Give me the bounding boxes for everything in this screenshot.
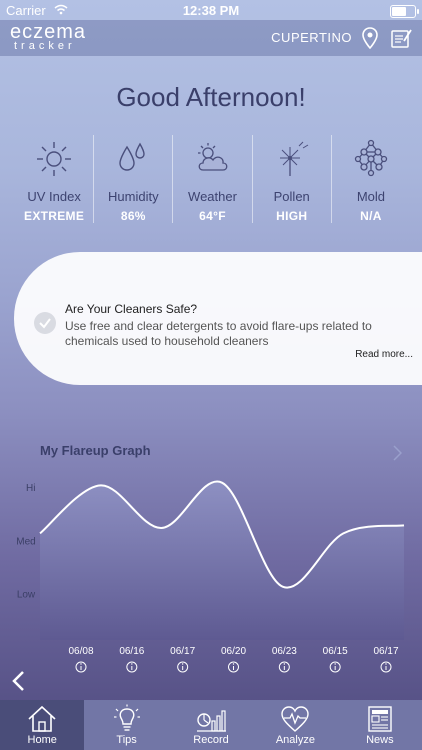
x-date-label: 06/08 [68, 646, 93, 657]
tab-news[interactable]: News [338, 700, 422, 750]
status-time: 12:38 PM [182, 3, 240, 18]
condition-value: 86% [120, 209, 146, 223]
condition-label: Pollen [273, 189, 310, 204]
chevron-right-icon[interactable] [392, 445, 403, 461]
info-icon[interactable] [380, 661, 392, 673]
location-pin-icon[interactable] [362, 27, 378, 50]
y-level-label: Hi [26, 483, 35, 494]
info-icon[interactable] [177, 661, 189, 673]
x-date-label: 06/23 [272, 646, 297, 657]
record-chart-icon [197, 710, 227, 732]
condition-value: 64°F [199, 209, 226, 223]
condition-humidity[interactable]: Humidity 86% [94, 135, 174, 223]
info-icon[interactable] [126, 661, 138, 673]
x-date-label: 06/16 [119, 646, 144, 657]
home-icon [28, 705, 56, 732]
condition-pollen[interactable]: Pollen HIGH [253, 135, 332, 223]
chevron-left-icon[interactable] [10, 670, 26, 692]
condition-value: N/A [360, 209, 382, 223]
app-header: eczema tracker CUPERTINO [0, 20, 422, 56]
tab-label: Home [27, 734, 57, 746]
newspaper-icon [368, 706, 392, 732]
tab-home[interactable]: Home [0, 700, 85, 750]
logo-line2: tracker [14, 40, 76, 52]
flareup-chart: Hi Med Low 06/08 06/16 06/17 06/20 06/23 06/15 0… [16, 480, 405, 673]
condition-label: Mold [356, 189, 385, 204]
tip-title: Are Your Cleaners Safe? [65, 302, 198, 316]
lightbulb-icon [113, 704, 140, 731]
x-date-label: 06/17 [170, 646, 195, 657]
condition-weather[interactable]: Weather 64°F [173, 135, 253, 223]
condition-label: UV Index [27, 189, 81, 204]
tip-card[interactable]: Are Your Cleaners Safe? Use free and cle… [14, 252, 422, 385]
x-date-label: 06/20 [221, 646, 246, 657]
sun-icon [37, 142, 72, 176]
condition-uv-index[interactable]: UV Index EXTREME [15, 135, 95, 223]
flareup-area [40, 481, 404, 640]
tab-label: Tips [116, 734, 137, 746]
location-label[interactable]: CUPERTINO [271, 30, 352, 45]
heart-pulse-icon [281, 706, 310, 732]
info-icon[interactable] [228, 661, 239, 673]
tip-body: Use free and clear detergents to avoid f… [65, 319, 372, 348]
y-level-label: Low [17, 590, 36, 601]
x-date-label: 06/15 [323, 646, 348, 657]
read-more-link[interactable]: Read more... [355, 349, 413, 360]
logo-line1: eczema [10, 21, 87, 43]
mold-spore-icon [354, 139, 388, 177]
checkmark-icon[interactable] [34, 312, 56, 334]
status-bar: Carrier 12:38 PM [0, 0, 422, 20]
tab-analyze[interactable]: Analyze [253, 700, 337, 750]
tab-label: Record [193, 734, 229, 746]
tab-label: News [366, 734, 394, 746]
condition-label: Humidity [108, 189, 159, 204]
water-drops-icon [119, 142, 145, 171]
info-icon[interactable] [75, 661, 87, 673]
tab-label: Analyze [275, 734, 315, 746]
condition-value: EXTREME [24, 209, 85, 223]
conditions-row: UV Index EXTREME Humidity 86% Weather 64… [15, 135, 410, 230]
info-icon[interactable] [278, 661, 290, 673]
x-date-label: 06/17 [373, 646, 398, 657]
notepad-icon[interactable] [390, 27, 412, 49]
graph-title: My Flareup Graph [40, 443, 151, 458]
tab-bar: Home Tips Record Analyze News [0, 700, 422, 750]
condition-value: HIGH [276, 209, 308, 223]
greeting-title: Good Afternoon! [116, 82, 306, 112]
partly-cloudy-icon [197, 143, 227, 171]
tab-record[interactable]: Record [169, 700, 253, 750]
condition-mold[interactable]: Mold N/A [332, 135, 410, 223]
condition-label: Weather [188, 189, 237, 204]
battery-icon [390, 5, 419, 18]
y-level-label: Med [16, 536, 35, 547]
tab-tips[interactable]: Tips [84, 700, 168, 750]
app-logo: eczema tracker [10, 21, 100, 53]
info-icon[interactable] [329, 661, 341, 673]
dandelion-icon [279, 141, 308, 176]
